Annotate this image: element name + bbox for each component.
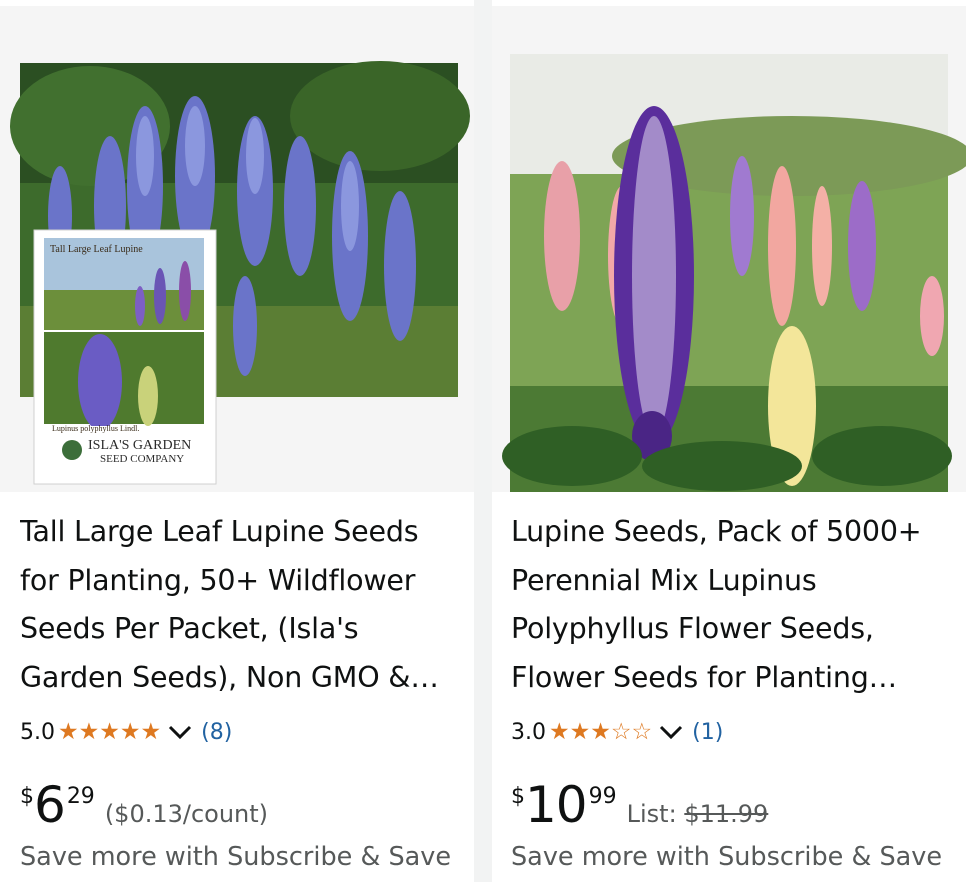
card-gutter — [474, 0, 492, 882]
chevron-down-icon[interactable] — [167, 722, 193, 742]
star-empty-icon: ☆ — [610, 718, 632, 745]
product-title-2[interactable]: Lupine Seeds, Pack of 5000+ Perennial Mi… — [511, 508, 951, 702]
star-full-icon: ★ — [78, 718, 100, 745]
packet-brand-1: ISLA'S GARDEN — [88, 438, 192, 453]
price-symbol: $ — [511, 784, 525, 809]
price-fraction: 99 — [588, 784, 617, 809]
price-1: $ 6 29 ($0.13/count) — [20, 776, 268, 834]
rating-row-2[interactable]: 3.0 ★ ★ ★ ☆ ☆ (1) — [511, 714, 723, 750]
price-whole: 10 — [525, 776, 588, 834]
chevron-down-icon[interactable] — [658, 722, 684, 742]
packet-latin: Lupinus polyphyllus Lindl. — [52, 424, 140, 433]
list-price-value: $11.99 — [684, 800, 769, 828]
star-full-icon: ★ — [99, 718, 120, 745]
star-full-icon: ★ — [590, 718, 611, 745]
star-rating-1[interactable]: ★ ★ ★ ★ ★ — [58, 718, 162, 745]
star-full-icon: ★ — [569, 718, 591, 745]
price-whole: 6 — [34, 776, 66, 834]
rating-value-1: 5.0 — [20, 719, 55, 745]
subscribe-save-text-2: Save more with Subscribe & Save — [511, 842, 943, 872]
subscribe-save-text-1: Save more with Subscribe & Save — [20, 842, 452, 872]
packet-brand-2: SEED COMPANY — [100, 453, 185, 465]
list-label: List: — [626, 800, 677, 828]
star-full-icon: ★ — [140, 718, 162, 745]
price-fraction: 29 — [66, 784, 95, 809]
product-image-2[interactable] — [492, 6, 966, 492]
packet-title: Tall Large Leaf Lupine — [50, 244, 143, 255]
lupine-photo-mix — [502, 54, 966, 492]
rating-row-1[interactable]: 5.0 ★ ★ ★ ★ ★ (8) — [20, 714, 232, 750]
review-count-link-2[interactable]: (1) — [692, 720, 723, 745]
product-title-1[interactable]: Tall Large Leaf Lupine Seeds for Plantin… — [20, 508, 460, 702]
product-image-1[interactable]: Tall Large Leaf Lupine Lupinus polyphyll… — [0, 6, 474, 492]
star-empty-icon: ☆ — [631, 718, 653, 745]
list-price: List: $11.99 — [627, 800, 769, 828]
product-card-1[interactable]: Tall Large Leaf Lupine Lupinus polyphyll… — [0, 0, 474, 882]
star-rating-2[interactable]: ★ ★ ★ ☆ ☆ — [549, 718, 653, 745]
review-count-link-1[interactable]: (8) — [201, 720, 232, 745]
star-full-icon: ★ — [58, 718, 79, 745]
rating-value-2: 3.0 — [511, 719, 546, 745]
product-card-2[interactable]: Lupine Seeds, Pack of 5000+ Perennial Mi… — [492, 0, 966, 882]
price-symbol: $ — [20, 784, 34, 809]
star-full-icon: ★ — [119, 718, 141, 745]
unit-price: ($0.13/count) — [104, 800, 269, 828]
star-full-icon: ★ — [549, 718, 570, 745]
price-2: $ 10 99 List: $11.99 — [511, 776, 768, 834]
